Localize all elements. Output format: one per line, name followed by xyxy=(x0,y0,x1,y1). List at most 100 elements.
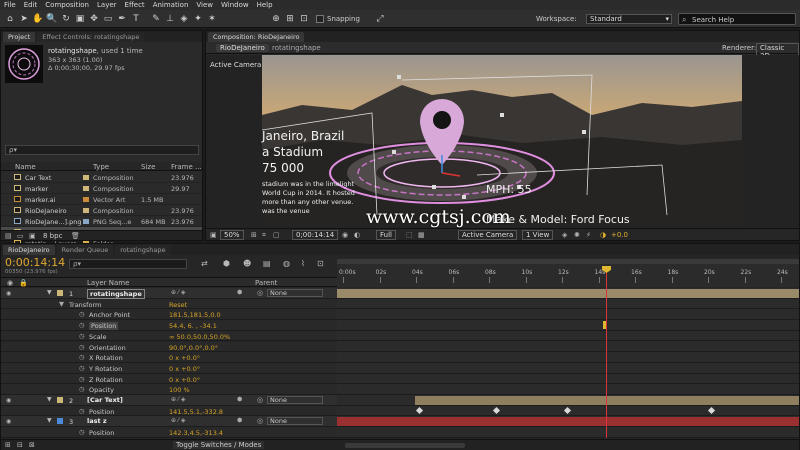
new-folder-icon[interactable]: ▭ xyxy=(17,232,24,240)
axis-mode-icon[interactable]: ⊕ xyxy=(270,13,282,25)
zoom-slider[interactable] xyxy=(345,443,465,448)
menu-file[interactable]: File xyxy=(4,1,16,9)
tab-project[interactable]: Project xyxy=(3,32,36,42)
hide-shy-icon[interactable]: ☻ xyxy=(243,259,251,268)
tab-effect-controls[interactable]: Effect Controls: rotatingshape xyxy=(37,32,145,42)
layer-duration-bar[interactable] xyxy=(337,416,799,428)
layer-switches[interactable]: ⊕ ⁄ ◈ xyxy=(171,417,185,424)
stopwatch-icon[interactable]: ◷ xyxy=(79,310,85,318)
property-value[interactable]: Reset xyxy=(169,301,187,309)
view-axis-icon[interactable]: ⊡ xyxy=(298,13,310,25)
layer-3d-icon[interactable]: ⬢ xyxy=(237,396,242,403)
tab-timeline-riodejaneiro[interactable]: RioDeJaneiro xyxy=(3,245,55,255)
project-list-item[interactable]: RioDeJaneiro Composition 23.976 xyxy=(1,205,202,216)
always-preview-icon[interactable]: ▣ xyxy=(210,231,217,239)
layer-bar[interactable] xyxy=(337,289,799,298)
interpret-footage-icon[interactable]: ▤ xyxy=(5,232,12,240)
property-value[interactable]: 90.0°,0.0°,0.0° xyxy=(169,344,218,352)
snap-options-icon[interactable]: ⤢ xyxy=(374,13,386,25)
property-track[interactable] xyxy=(337,374,799,385)
motion-blur-icon[interactable]: ✺ xyxy=(574,231,580,239)
timeline-layer-row[interactable]: ◉ ▼ 1 rotatingshape ⊕ ⁄ ◈ ⬢ ◎ None xyxy=(1,288,337,299)
property-track[interactable] xyxy=(337,363,799,374)
parent-pickwhip-icon[interactable]: ◎ xyxy=(257,289,263,297)
property-row[interactable]: ◷ Y Rotation 0 x +0.0° xyxy=(1,362,337,374)
property-track[interactable] xyxy=(337,352,799,363)
parent-pickwhip-icon[interactable]: ◎ xyxy=(257,396,263,404)
work-area-bar[interactable] xyxy=(337,259,799,264)
search-help-field[interactable]: ⌕ Search Help xyxy=(678,13,796,25)
current-time-display[interactable]: 0;00:14:14 xyxy=(292,230,339,240)
draft-3d-icon-tl[interactable]: ⬢ xyxy=(223,259,230,268)
channel-icon[interactable]: ◐ xyxy=(354,231,360,239)
timeline-layer-row[interactable]: ◉ ▼ 3 last z ⊕ ⁄ ◈ ⬢ ◎ None xyxy=(1,416,337,428)
subtab-riodejaneiro[interactable]: RioDeJaneiro xyxy=(216,44,269,52)
property-row[interactable]: ◷ Anchor Point 181.5,181.5,0.0 xyxy=(1,309,337,321)
brush-tool-icon[interactable]: ✎ xyxy=(150,13,162,25)
layer-duration-bar[interactable] xyxy=(337,395,799,406)
fast-previews-icon[interactable]: ⚡ xyxy=(586,231,591,239)
view-layout-select[interactable]: 1 View xyxy=(522,230,554,240)
layer-duration-bar[interactable] xyxy=(337,288,799,299)
property-row[interactable]: ◷ Opacity 100 % xyxy=(1,384,337,395)
stopwatch-icon[interactable]: ◷ xyxy=(79,343,85,351)
visibility-eye-icon[interactable]: ◉ xyxy=(6,418,11,425)
stopwatch-icon[interactable]: ◷ xyxy=(79,321,85,329)
twirl-down-icon[interactable]: ▼ xyxy=(47,289,52,296)
menu-edit[interactable]: Edit xyxy=(24,1,38,9)
property-track[interactable] xyxy=(337,299,799,310)
parent-select[interactable]: None xyxy=(267,289,323,297)
property-track[interactable] xyxy=(337,320,799,331)
camera-tool-icon[interactable]: ▣ xyxy=(74,13,86,25)
modes-icon[interactable]: ⊟ xyxy=(17,441,23,449)
clone-tool-icon[interactable]: ⊥ xyxy=(164,13,176,25)
property-track[interactable] xyxy=(337,384,799,395)
layer-switches[interactable]: ⊕ ⁄ ◈ xyxy=(171,396,185,403)
header-type[interactable]: Type xyxy=(93,163,109,171)
rotate-tool-icon[interactable]: ↻ xyxy=(60,13,72,25)
layer-3d-icon[interactable]: ⬢ xyxy=(237,417,242,424)
transparency-grid-icon[interactable]: ▦ xyxy=(418,231,425,239)
pen-tool-icon[interactable]: ✒ xyxy=(116,13,128,25)
visibility-eye-icon[interactable]: ◉ xyxy=(6,397,11,404)
header-name[interactable]: Name xyxy=(15,163,36,171)
tab-timeline-rotatingshape[interactable]: rotatingshape xyxy=(115,245,171,255)
expand-icon[interactable]: ⊞ xyxy=(5,441,11,449)
stopwatch-icon[interactable]: ▼ xyxy=(59,300,64,308)
stopwatch-icon[interactable]: ◷ xyxy=(79,353,85,361)
mask-visibility-icon[interactable]: ▢ xyxy=(273,231,280,239)
property-row[interactable]: ◷ Z Rotation 0 x +0.0° xyxy=(1,373,337,385)
layer-name[interactable]: [Car Text] xyxy=(87,396,123,404)
layer-3d-icon[interactable]: ⬢ xyxy=(237,289,242,296)
menu-animation[interactable]: Animation xyxy=(153,1,189,9)
parent-select[interactable]: None xyxy=(267,396,323,404)
header-size[interactable]: Size xyxy=(141,163,155,171)
menu-view[interactable]: View xyxy=(196,1,213,9)
snapping-checkbox[interactable] xyxy=(316,15,324,23)
property-track[interactable] xyxy=(337,309,799,321)
rectangle-tool-icon[interactable]: ▭ xyxy=(102,13,114,25)
type-tool-icon[interactable]: T xyxy=(130,13,142,25)
menu-help[interactable]: Help xyxy=(257,1,273,9)
resolution-icon[interactable]: ⊞ xyxy=(251,231,257,239)
project-list-item[interactable]: marker Composition 29.97 xyxy=(1,183,202,194)
property-row[interactable]: ◷ Position 142.3,4.5,-313.4 xyxy=(1,427,337,438)
property-row[interactable]: ◷ Position 141.5,5.1,-332.8 xyxy=(1,405,337,417)
timeline-search-input[interactable]: ρ▾ xyxy=(69,259,187,269)
bpc-label[interactable]: 8 bpc xyxy=(43,232,62,240)
home-icon[interactable]: ⌂ xyxy=(4,13,16,25)
property-value[interactable]: 100 % xyxy=(169,386,190,394)
parent-select[interactable]: None xyxy=(267,417,323,426)
parent-header[interactable]: Parent xyxy=(255,279,277,287)
composition-viewer[interactable]: Active Camera Janeiro, Brazil a Stadium … xyxy=(206,55,799,228)
quality-select[interactable]: Full xyxy=(376,230,396,240)
layer-bar[interactable] xyxy=(337,417,799,427)
property-value[interactable]: ∞ 50.0,50.0,50.0% xyxy=(169,333,230,341)
stopwatch-icon[interactable]: ◷ xyxy=(79,375,85,383)
zoom-tool-icon[interactable]: 🔍 xyxy=(46,13,58,25)
layer-name-header[interactable]: Layer Name xyxy=(87,279,129,287)
pan-behind-icon[interactable]: ✥ xyxy=(88,13,100,25)
stopwatch-icon[interactable]: ◷ xyxy=(79,364,85,372)
in-out-icon[interactable]: ⊠ xyxy=(29,441,35,449)
selection-tool-icon[interactable]: ➤ xyxy=(18,13,30,25)
